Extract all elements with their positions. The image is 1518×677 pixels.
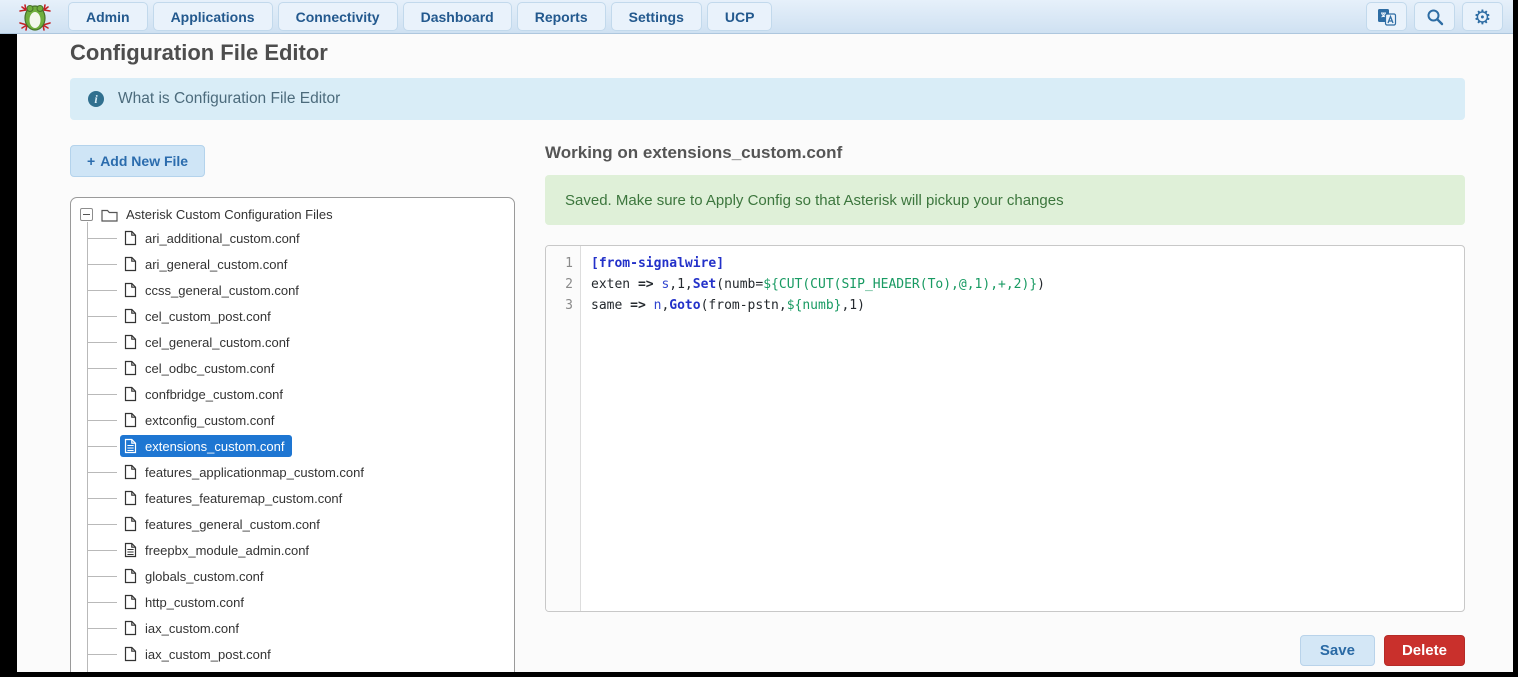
- tree-file-item[interactable]: globals_custom.conf: [71, 563, 514, 589]
- file-name-label: freepbx_module_admin.conf: [145, 543, 309, 558]
- tree-file-item[interactable]: ari_additional_custom.conf: [71, 225, 514, 251]
- top-nav: Admin Applications Connectivity Dashboar…: [0, 0, 1513, 34]
- file-name-label: extensions_custom.conf: [145, 439, 284, 454]
- language-icon: [1377, 8, 1397, 26]
- file-tree-panel: Asterisk Custom Configuration Files: [70, 197, 515, 672]
- tree-file-item[interactable]: cel_custom_post.conf: [71, 303, 514, 329]
- page-content: Configuration File Editor i What is Conf…: [17, 34, 1513, 672]
- code-line[interactable]: [from-signalwire]: [591, 253, 1464, 274]
- saved-alert-text: Saved. Make sure to Apply Config so that…: [565, 192, 1064, 209]
- file-icon: [124, 308, 137, 324]
- file-icon: [124, 646, 137, 662]
- file-name-label: iax_custom.conf: [145, 621, 239, 636]
- file-name-label: features_general_custom.conf: [145, 517, 320, 532]
- file-icon: [124, 568, 137, 584]
- help-info-bar[interactable]: i What is Configuration File Editor: [70, 78, 1465, 120]
- language-button[interactable]: [1366, 2, 1407, 31]
- freepbx-frog-logo[interactable]: [18, 2, 52, 32]
- file-icon: [124, 620, 137, 636]
- file-name-label: globals_custom.conf: [145, 569, 264, 584]
- nav-tab[interactable]: Admin: [68, 2, 148, 31]
- tree-file-item[interactable]: features_featuremap_custom.conf: [71, 485, 514, 511]
- file-icon: [124, 334, 137, 350]
- file-icon: [124, 438, 137, 454]
- plus-icon: +: [87, 153, 95, 169]
- file-name-label: features_applicationmap_custom.conf: [145, 465, 364, 480]
- line-number: 1: [546, 253, 573, 274]
- page-title: Configuration File Editor: [70, 40, 328, 66]
- tree-file-item[interactable]: iax_custom_post.conf: [71, 641, 514, 667]
- tree-file-item[interactable]: features_general_custom.conf: [71, 511, 514, 537]
- file-icon: [124, 594, 137, 610]
- line-number: 2: [546, 274, 573, 295]
- tree-items: ari_additional_custom.conf: [71, 225, 514, 672]
- tree-file-item[interactable]: extconfig_custom.conf: [71, 407, 514, 433]
- code-line[interactable]: same => n,Goto(from-pstn,${numb},1): [591, 295, 1464, 316]
- collapse-expander-icon[interactable]: [80, 208, 93, 221]
- file-name-label: extconfig_custom.conf: [145, 413, 274, 428]
- add-new-file-button[interactable]: + Add New File: [70, 145, 205, 177]
- file-icon: [124, 490, 137, 506]
- settings-button[interactable]: ⚙: [1462, 2, 1503, 31]
- file-icon: [124, 464, 137, 480]
- tree-root-node[interactable]: Asterisk Custom Configuration Files: [71, 198, 514, 225]
- gear-icon: ⚙: [1474, 7, 1492, 27]
- save-button[interactable]: Save: [1300, 635, 1375, 666]
- tree-file-item[interactable]: [71, 667, 514, 672]
- file-name-label: http_custom.conf: [145, 595, 244, 610]
- file-name-label: ari_additional_custom.conf: [145, 231, 300, 246]
- file-icon: [124, 256, 137, 272]
- file-name-label: cel_custom_post.conf: [145, 309, 271, 324]
- search-button[interactable]: [1414, 2, 1455, 31]
- file-name-label: cel_general_custom.conf: [145, 335, 290, 350]
- editor-lines[interactable]: [from-signalwire]exten => s,1,Set(numb=$…: [581, 246, 1464, 611]
- nav-tab[interactable]: Connectivity: [278, 2, 398, 31]
- nav-tab[interactable]: Dashboard: [403, 2, 512, 31]
- nav-tab[interactable]: UCP: [707, 2, 773, 31]
- saved-alert: Saved. Make sure to Apply Config so that…: [545, 175, 1465, 225]
- file-icon: [124, 412, 137, 428]
- code-editor[interactable]: 123 [from-signalwire]exten => s,1,Set(nu…: [545, 245, 1465, 612]
- code-line[interactable]: exten => s,1,Set(numb=${CUT(CUT(SIP_HEAD…: [591, 274, 1464, 295]
- tree-file-item[interactable]: cel_odbc_custom.conf: [71, 355, 514, 381]
- tree-file-item[interactable]: http_custom.conf: [71, 589, 514, 615]
- file-icon: [124, 282, 137, 298]
- add-new-file-label: Add New File: [100, 153, 188, 169]
- editor-actions: Save Delete: [545, 635, 1465, 666]
- info-icon: i: [88, 91, 104, 107]
- tree-file-item[interactable]: features_applicationmap_custom.conf: [71, 459, 514, 485]
- file-icon: [124, 542, 137, 558]
- folder-icon: [101, 208, 118, 222]
- info-bar-text: What is Configuration File Editor: [118, 90, 340, 108]
- editor-gutter: 123: [546, 246, 581, 611]
- file-icon: [124, 386, 137, 402]
- tree-file-item[interactable]: iax_custom.conf: [71, 615, 514, 641]
- file-icon: [124, 360, 137, 376]
- nav-tab[interactable]: Applications: [153, 2, 273, 31]
- nav-tabs: Admin Applications Connectivity Dashboar…: [68, 2, 772, 31]
- tree-root-label: Asterisk Custom Configuration Files: [126, 207, 333, 222]
- tree-file-item[interactable]: cel_general_custom.conf: [71, 329, 514, 355]
- tree-file-item[interactable]: extensions_custom.conf: [71, 433, 514, 459]
- file-name-label: ccss_general_custom.conf: [145, 283, 299, 298]
- delete-button[interactable]: Delete: [1384, 635, 1465, 666]
- nav-right-icons: ⚙: [1366, 2, 1503, 31]
- tree-file-item[interactable]: freepbx_module_admin.conf: [71, 537, 514, 563]
- file-name-label: features_featuremap_custom.conf: [145, 491, 342, 506]
- working-on-heading: Working on extensions_custom.conf: [545, 143, 842, 163]
- search-icon: [1426, 8, 1444, 26]
- file-icon: [124, 516, 137, 532]
- file-name-label: iax_custom_post.conf: [145, 647, 271, 662]
- file-icon: [124, 230, 137, 246]
- file-name-label: confbridge_custom.conf: [145, 387, 283, 402]
- nav-tab[interactable]: Reports: [517, 2, 606, 31]
- tree-file-item[interactable]: confbridge_custom.conf: [71, 381, 514, 407]
- line-number: 3: [546, 295, 573, 316]
- tree-file-item[interactable]: ari_general_custom.conf: [71, 251, 514, 277]
- file-name-label: ari_general_custom.conf: [145, 257, 287, 272]
- tree-file-item[interactable]: ccss_general_custom.conf: [71, 277, 514, 303]
- nav-tab[interactable]: Settings: [611, 2, 702, 31]
- file-name-label: cel_odbc_custom.conf: [145, 361, 274, 376]
